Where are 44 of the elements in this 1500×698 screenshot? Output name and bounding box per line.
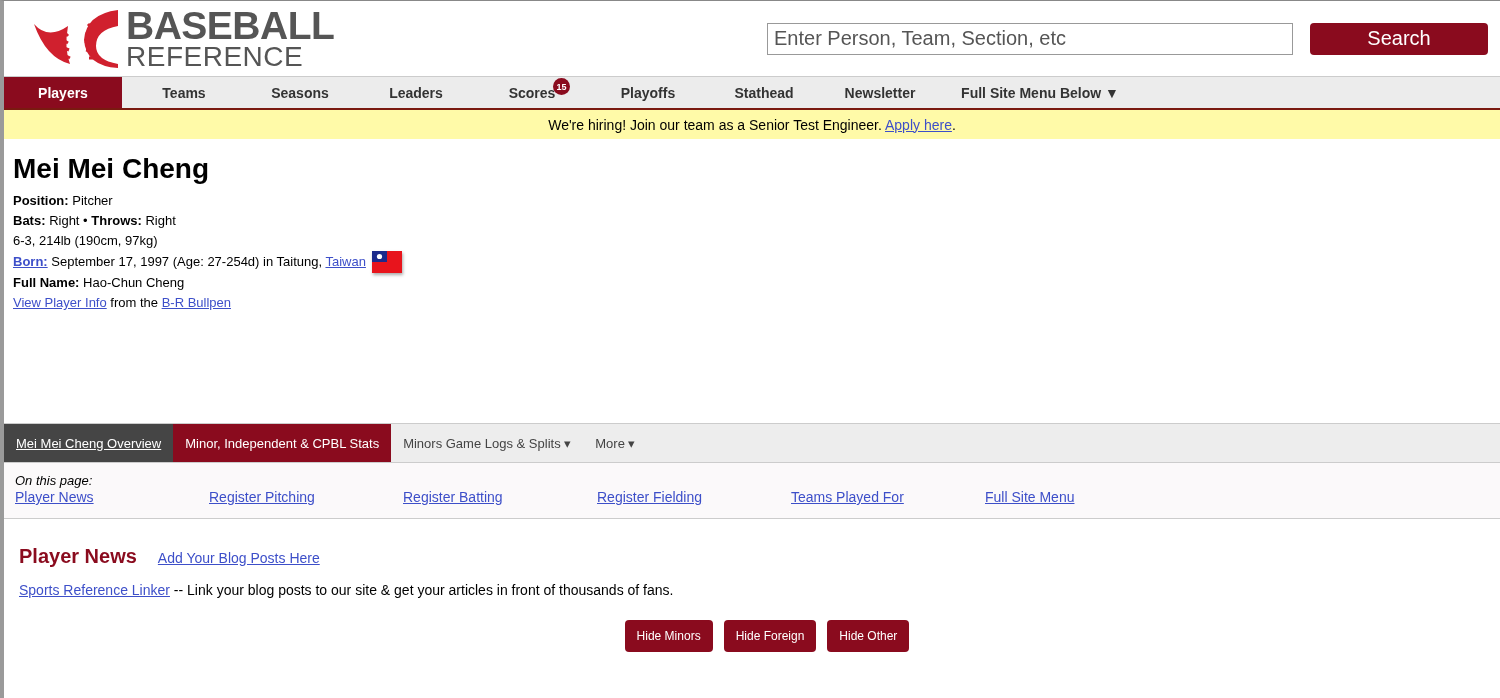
nav-tab[interactable]: Leaders [358,77,474,108]
apply-link[interactable]: Apply here [885,116,952,133]
add-blog-link[interactable]: Add Your Blog Posts Here [157,550,320,566]
on-this-page-label: On this page: [15,473,94,488]
flag-icon [371,251,402,273]
player-info-text: View Player Info from the B-R Bullpen [13,294,231,312]
section-tab[interactable]: More ▾ [583,424,648,462]
page-section-link[interactable]: Register Fielding [597,489,703,505]
linker-text: Sports Reference Linker -- Link your blog posts to our site & get your articles in front of thousands of fans. [19,582,674,598]
born-detail: Born: September 17, 1997 (Age: 27-254d) in Taitung, Taiwan [13,253,366,271]
country-link[interactable]: Taiwan [325,254,366,269]
logo-subtitle: REFERENCE [126,43,305,70]
player-name: Mei Mei Cheng [13,153,210,185]
nav-tab[interactable]: Teams [126,77,242,108]
section-tab[interactable]: Minors Game Logs & Splits ▾ [391,424,584,462]
section-tab[interactable]: Mei Mei Cheng Overview [4,424,174,462]
hide-button[interactable]: Hide Other [827,620,910,652]
nav-tab[interactable]: Playoffs [590,77,706,108]
logo-wordmark: BASEBALL [126,7,335,44]
nav-tab[interactable]: Full Site Menu Below ▼ [938,77,1142,108]
page-section-link[interactable]: Register Pitching [209,489,315,505]
nav-tab[interactable]: Newsletter [822,77,938,108]
page-section-link[interactable]: Teams Played For [791,489,904,505]
section-heading: Player News [19,545,137,568]
hide-button[interactable]: Hide Foreign [723,620,817,652]
search-field[interactable]: Enter Person, Team, Section, etc [767,22,1293,55]
search-button[interactable]: Search [1310,22,1488,55]
player-detail: Position: Pitcher [13,192,113,210]
linker-link[interactable]: Sports Reference Linker [19,582,170,598]
page-section-link[interactable]: Register Batting [403,489,503,505]
hide-button[interactable]: Hide Minors [624,620,713,652]
bullpen-link[interactable]: B-R Bullpen [161,295,231,310]
nav-tab[interactable]: Seasons [242,77,358,108]
player-detail: 6-3, 214lb (190cm, 97kg) [13,232,158,250]
page-section-link[interactable]: Player News [15,489,94,505]
player-detail: Full Name: Hao-Chun Cheng [13,274,185,292]
section-tab[interactable]: Minor, Independent & CPBL Stats [173,424,392,462]
nav-tab[interactable]: Players [4,77,122,108]
page-section-link[interactable]: Full Site Menu [985,489,1075,505]
born-link[interactable]: Born: [13,254,48,269]
hiring-banner-text: We're hiring! Join our team as a Senior Test Engineer. Apply here. [548,116,956,133]
nav-tab[interactable]: Stathead [706,77,822,108]
player-info-link[interactable]: View Player Info [13,295,107,310]
player-detail: Bats: Right • Throws: Right [13,212,176,230]
